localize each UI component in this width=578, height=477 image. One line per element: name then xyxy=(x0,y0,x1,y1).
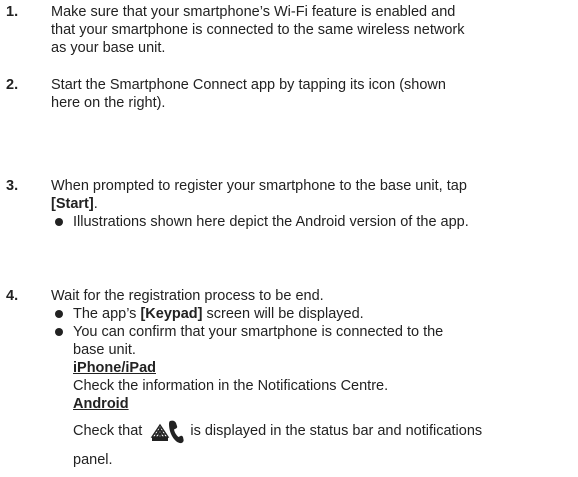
bullet-text: You can confirm that your smartphone is … xyxy=(73,324,444,340)
bullet-text-prefix: The app’s xyxy=(73,306,141,322)
step-text-line: that your smartphone is connected to the… xyxy=(51,22,465,38)
bullet-list: The app’s [Keypad] screen will be displa… xyxy=(51,305,571,473)
base-unit-connected-icon xyxy=(148,417,184,445)
punctuation: . xyxy=(93,196,98,212)
instruction-document: 1. Make sure that your smartphone’s Wi-F… xyxy=(0,0,578,477)
step-text-line: When prompted to register your smartphon… xyxy=(51,178,467,194)
step-number: 2. xyxy=(6,77,19,93)
start-button-label: [Start] xyxy=(51,196,94,212)
step-number: 1. xyxy=(6,4,19,20)
bullet-item: The app’s [Keypad] screen will be displa… xyxy=(51,305,571,323)
bullet-item: Illustrations shown here depict the Andr… xyxy=(51,213,571,231)
android-instruction: Check that is displayed in the status ba… xyxy=(73,417,571,445)
step-number: 4. xyxy=(6,288,19,304)
bullet-text-suffix: screen will be displayed. xyxy=(202,306,364,322)
bullet-list: Illustrations shown here depict the Andr… xyxy=(51,213,571,231)
step-body: Wait for the registration process to be … xyxy=(51,287,571,473)
bullet-dot-icon xyxy=(55,218,63,226)
step-body: Start the Smartphone Connect app by tapp… xyxy=(51,76,571,112)
iphone-instruction: Check the information in the Notificatio… xyxy=(73,378,389,394)
android-instruction-line2: panel. xyxy=(73,452,113,468)
step-text-line: Start the Smartphone Connect app by tapp… xyxy=(51,77,446,93)
android-instruction-prefix: Check that xyxy=(73,422,147,439)
step-text-line: as your base unit. xyxy=(51,40,166,56)
iphone-heading: iPhone/iPad xyxy=(73,360,156,376)
step-text-line: Wait for the registration process to be … xyxy=(51,288,324,304)
bullet-text: base unit. xyxy=(73,342,136,358)
step-number: 3. xyxy=(6,178,19,194)
step-body: Make sure that your smartphone’s Wi-Fi f… xyxy=(51,3,571,57)
bullet-text: Illustrations shown here depict the Andr… xyxy=(73,214,469,230)
bullet-dot-icon xyxy=(55,310,63,318)
keypad-label: [Keypad] xyxy=(140,306,203,322)
step-text-line: here on the right). xyxy=(51,95,166,111)
step-body: When prompted to register your smartphon… xyxy=(51,177,571,231)
android-heading: Android xyxy=(73,396,129,412)
bullet-dot-icon xyxy=(55,328,63,336)
bullet-item: You can confirm that your smartphone is … xyxy=(51,323,571,473)
step-text-line: Make sure that your smartphone’s Wi-Fi f… xyxy=(51,4,456,20)
android-instruction-suffix: is displayed in the status bar and notif… xyxy=(186,422,483,439)
step-text-line: [Start]. xyxy=(51,195,571,213)
